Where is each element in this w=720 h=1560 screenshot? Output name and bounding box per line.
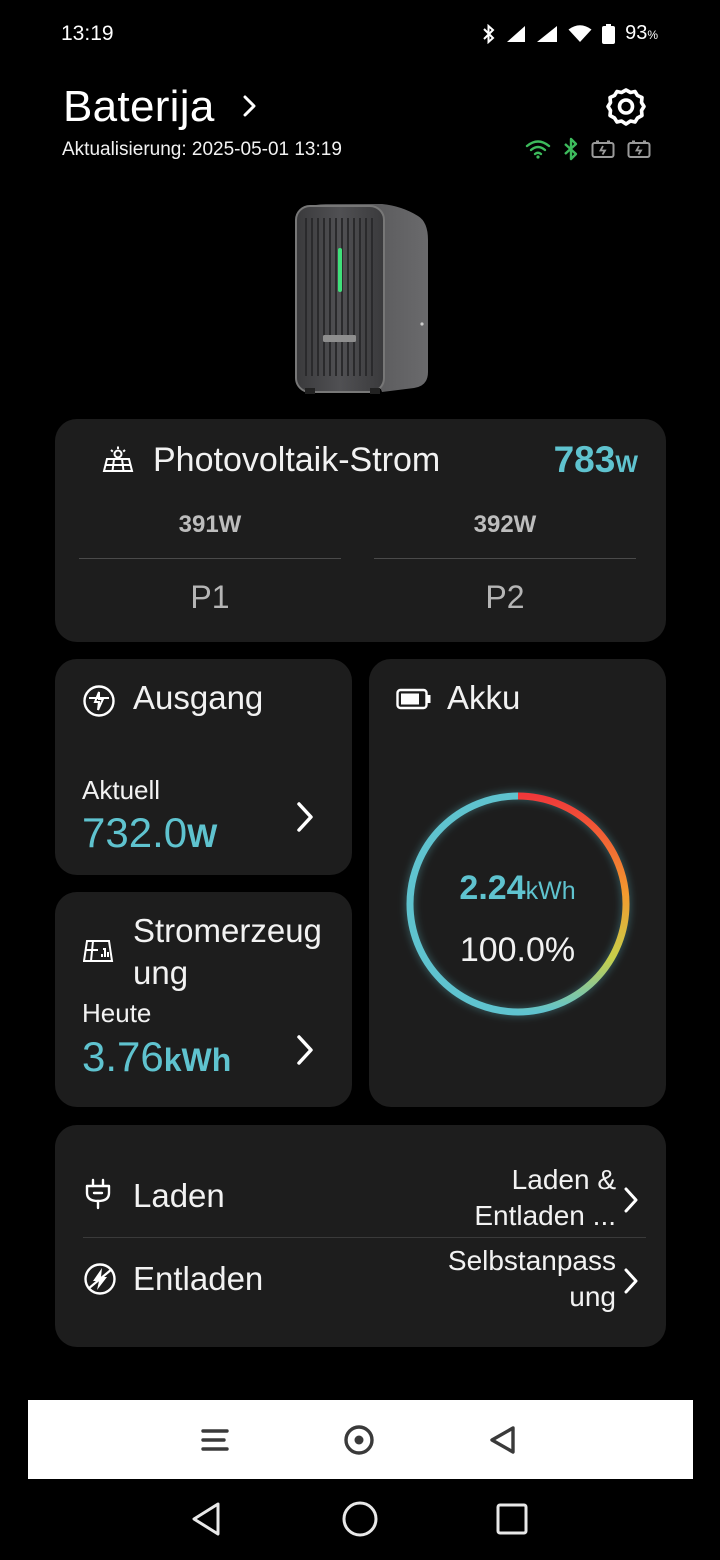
discharge-mode-value: Selbstanpass ung: [386, 1243, 616, 1315]
settings-button[interactable]: [603, 84, 649, 130]
chevron-right-icon[interactable]: [622, 1266, 640, 1296]
discharge-mode-value-line1: Selbstanpass: [447, 1245, 616, 1276]
output-title: Ausgang: [133, 679, 264, 716]
battery-percent-value: 100.0%: [459, 931, 576, 969]
output-sub-label: Aktuell: [82, 775, 161, 805]
chevron-right-icon[interactable]: [622, 1185, 640, 1215]
battery-card[interactable]: Akku 2.24kWh 100.0%: [369, 659, 666, 1107]
bluetooth-status-icon: [483, 23, 495, 44]
plug-icon: [85, 1178, 111, 1210]
charge-mode-value-line1: Laden &: [511, 1164, 616, 1195]
menu-icon[interactable]: [198, 1422, 234, 1458]
battery-percent: 93%: [625, 22, 658, 44]
lightning-circle-icon: [84, 1263, 116, 1295]
charge-label: Laden: [133, 1177, 225, 1214]
bluetooth-connected-icon: [564, 137, 578, 161]
gear-icon: [606, 88, 646, 126]
wifi-icon: [568, 24, 592, 42]
pv-power-card[interactable]: Photovoltaik-Strom 783W 391W P1 392W P2: [55, 419, 666, 642]
discharge-mode-value-line2: ung: [569, 1281, 616, 1312]
pv-channel-value: 392W: [473, 511, 537, 538]
system-recents-icon[interactable]: [494, 1499, 530, 1539]
device-image: [295, 204, 428, 394]
output-card[interactable]: Ausgang Aktuell 732.0W: [55, 659, 352, 875]
pv-channel-name: P2: [485, 579, 525, 615]
wifi-connected-icon: [525, 140, 551, 159]
divider: [79, 558, 341, 559]
signal-icon-2: [537, 25, 558, 42]
status-bar: 13:19 93%: [0, 0, 720, 70]
generation-sub-label: Heute: [82, 998, 152, 1028]
chevron-right-icon[interactable]: [293, 799, 317, 835]
update-timestamp: Aktualisierung: 2025-05-01 13:19: [62, 139, 342, 160]
chevron-right-icon[interactable]: [240, 92, 260, 120]
pv-channel-p1: 391W P1: [79, 511, 341, 616]
solar-panel-icon: [102, 446, 134, 472]
battery-pack-icon: [591, 140, 615, 158]
battery-energy: 2.24kWh: [459, 869, 576, 907]
discharge-label: Entladen: [133, 1260, 264, 1297]
pv-title: Photovoltaik-Strom: [153, 441, 441, 479]
system-back-icon[interactable]: [188, 1499, 224, 1539]
energy-stats-icon: [83, 940, 114, 962]
charge-mode-value-line2: Entladen ...: [474, 1200, 616, 1231]
charge-mode-value: Laden & Entladen ...: [386, 1162, 616, 1234]
discharge-mode-row[interactable]: Entladen Selbstanpass ung: [83, 1237, 646, 1337]
pv-channel-name: P1: [190, 579, 230, 615]
status-time: 13:19: [61, 22, 114, 45]
status-icons: 93%: [482, 22, 658, 45]
system-home-icon[interactable]: [340, 1499, 380, 1539]
divider: [374, 558, 636, 559]
battery-level-icon: [396, 688, 431, 710]
generation-title-line2: ung: [133, 954, 189, 991]
battery-pack-icon-2: [627, 140, 651, 158]
app-navigation-bar: [28, 1400, 693, 1479]
system-navigation-bar: [0, 1479, 720, 1560]
output-value: 732.0W: [82, 809, 218, 856]
battery-icon: [602, 23, 616, 44]
connection-icons: [525, 137, 651, 161]
pv-total-power: 783W: [553, 439, 638, 480]
charge-mode-row[interactable]: Laden Laden & Entladen ...: [55, 1147, 666, 1247]
signal-icon: [507, 25, 526, 42]
back-triangle-icon[interactable]: [485, 1422, 521, 1458]
battery-title: Akku: [447, 679, 521, 716]
generation-title-line1: Stromerzeug: [133, 912, 322, 949]
page-title[interactable]: Baterija: [63, 82, 215, 132]
mode-card: Laden Laden & Entladen ... Entladen Selb…: [55, 1125, 666, 1347]
pv-channel-p2: 392W P2: [374, 511, 636, 616]
chevron-right-icon[interactable]: [293, 1032, 317, 1068]
generation-value: 3.76kWh: [82, 1033, 232, 1080]
output-plug-icon: [83, 685, 115, 717]
generation-title: Stromerzeug ung: [133, 910, 322, 994]
home-circle-icon[interactable]: [341, 1422, 377, 1458]
pv-channel-value: 391W: [178, 511, 242, 538]
generation-card[interactable]: Stromerzeug ung Heute 3.76kWh: [55, 892, 352, 1107]
